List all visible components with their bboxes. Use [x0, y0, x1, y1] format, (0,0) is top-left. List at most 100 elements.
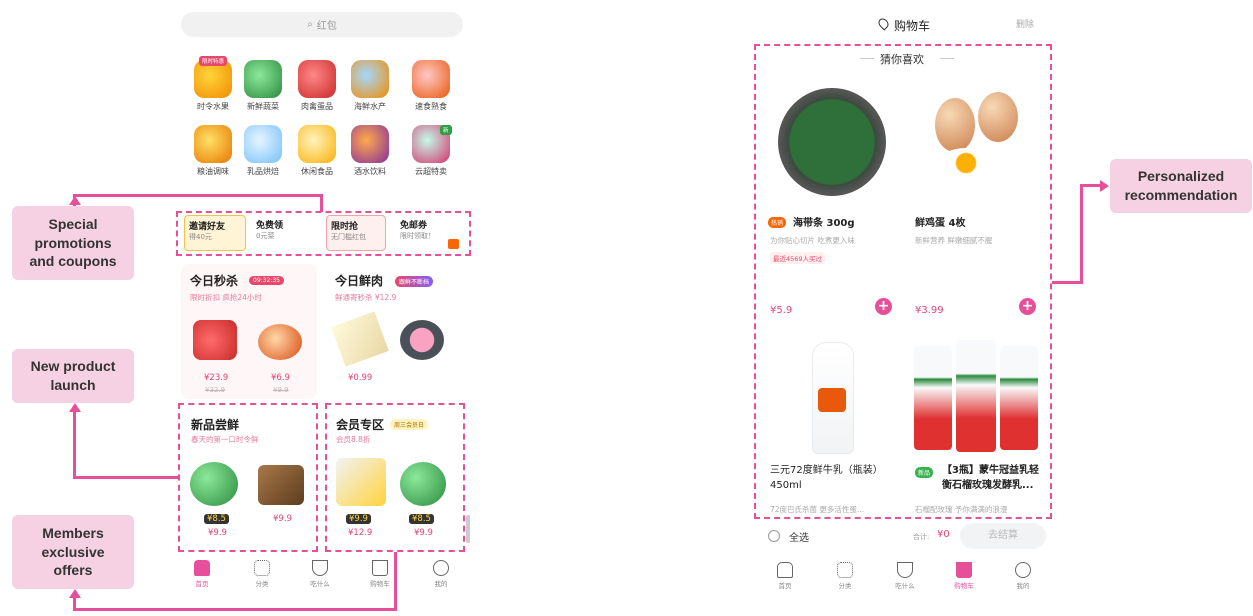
category-dairy[interactable]: 乳品烘焙: [240, 125, 286, 177]
nav-label: 首页: [195, 580, 209, 588]
checkout-button[interactable]: 去结算: [960, 523, 1046, 549]
smiley-icon: [433, 560, 449, 576]
total-label: 合计:: [913, 533, 930, 541]
nav-label: 吃什么: [310, 580, 330, 588]
nav-what-to-eat[interactable]: 吃什么: [300, 560, 340, 588]
seckill-price: ¥23.9: [204, 373, 229, 383]
category-fastfood[interactable]: 速食熟食: [408, 60, 454, 112]
bowl-icon: [897, 562, 913, 578]
seckill-sub: 限时折扣 疯抢24小时: [190, 293, 262, 302]
search-placeholder: 红包: [316, 21, 337, 32]
seckill-title: 今日秒杀: [190, 274, 239, 288]
callout-members: Members exclusive offers: [12, 515, 134, 589]
highlight-new-products: [178, 403, 318, 552]
nav-home[interactable]: 首页: [765, 562, 805, 590]
cart-icon: [372, 560, 388, 576]
drinks-image: [351, 125, 389, 163]
category-label: 粮油调味: [197, 167, 229, 176]
meat-plate-image: [400, 320, 444, 360]
callout-new-product: New product launch: [12, 349, 134, 403]
category-fruit[interactable]: 时令水果: [190, 60, 236, 112]
category-vegetables[interactable]: 新鲜蔬菜: [240, 60, 286, 112]
nav-label: 吃什么: [895, 582, 915, 590]
fresh-price: ¥0.99: [348, 373, 373, 383]
nav-label: 分类: [255, 580, 269, 588]
smiley-icon: [1015, 562, 1031, 578]
connector-promotions: [73, 194, 323, 197]
fresh-badge: 跟鲜不断档: [395, 276, 434, 287]
nav-profile[interactable]: 我的: [1003, 562, 1043, 590]
nav-category[interactable]: 分类: [825, 562, 865, 590]
nav-profile[interactable]: 我的: [421, 560, 461, 588]
connector-personalized: [1052, 281, 1082, 284]
highlight-promotions: [176, 211, 471, 256]
search-icon: ⌕: [307, 19, 313, 30]
grain-image: [194, 125, 232, 163]
category-label: 海鲜水产: [354, 102, 386, 111]
arrow-head: [69, 196, 81, 205]
seckill-orig: ¥32.9: [205, 386, 226, 394]
category-label: 休闲食品: [301, 167, 333, 176]
delete-button[interactable]: 删除: [1016, 17, 1034, 30]
nav-home[interactable]: 首页: [182, 560, 222, 588]
category-meat[interactable]: 肉禽蛋品: [294, 60, 340, 112]
arrow-head: [1100, 180, 1109, 192]
category-label: 速食熟食: [415, 102, 447, 111]
seckill-timer: 09:32:35: [249, 276, 284, 285]
nav-category[interactable]: 分类: [242, 560, 282, 588]
nav-label: 购物车: [370, 580, 390, 588]
seafood-image: [351, 60, 389, 98]
highlight-personalized: [754, 44, 1052, 519]
category-label: 时令水果: [197, 102, 229, 111]
scrollbar[interactable]: [466, 515, 470, 543]
location-icon: [876, 16, 891, 31]
grid-icon: [254, 560, 270, 576]
nav-label: 分类: [838, 582, 852, 590]
nav-what-to-eat[interactable]: 吃什么: [885, 562, 925, 590]
callout-promotions: Special promotions and coupons: [12, 206, 134, 280]
vegetable-image: [244, 60, 282, 98]
category-seafood[interactable]: 海鲜水产: [347, 60, 393, 112]
connector-promotions: [320, 194, 323, 212]
category-label: 乳品烘焙: [247, 167, 279, 176]
category-label: 酒水饮料: [354, 167, 386, 176]
home-icon: [777, 562, 793, 578]
search-bar[interactable]: ⌕ 红包: [181, 12, 463, 37]
dairy-image: [244, 125, 282, 163]
nav-cart[interactable]: 购物车: [944, 562, 984, 590]
nav-label: 我的: [1016, 582, 1030, 590]
eggs-image: [258, 324, 302, 360]
strawberry-image: [193, 320, 237, 360]
category-label: 肉禽蛋品: [301, 102, 333, 111]
category-label: 新鲜蔬菜: [247, 102, 279, 111]
category-grain-oil[interactable]: 粮油调味: [190, 125, 236, 177]
snack-image: [298, 125, 336, 163]
connector-personalized: [1080, 184, 1083, 284]
bowl-icon: [312, 560, 328, 576]
arrow-head: [69, 403, 81, 412]
connector-members: [394, 552, 397, 610]
connector-new-product: [73, 410, 76, 478]
connector-new-product: [73, 476, 180, 479]
connector-members: [73, 608, 397, 611]
grid-icon: [837, 562, 853, 578]
category-label: 云超特卖: [415, 167, 447, 176]
nav-label: 首页: [778, 582, 792, 590]
meat-image: [298, 60, 336, 98]
nav-label: 购物车: [954, 582, 974, 590]
category-new-badge: 新: [440, 125, 452, 135]
select-all-label: 全选: [789, 533, 809, 544]
category-badge: 限时特惠: [199, 56, 228, 66]
category-drinks[interactable]: 酒水饮料: [347, 125, 393, 177]
arrow-head: [69, 589, 81, 598]
fastfood-image: [412, 60, 450, 98]
category-snacks[interactable]: 休闲食品: [294, 125, 340, 177]
select-all-radio[interactable]: [768, 530, 780, 542]
total-value: ¥0: [937, 529, 950, 540]
cart-icon: [956, 562, 972, 578]
home-icon: [194, 560, 210, 576]
fresh-title: 今日鲜肉: [335, 274, 384, 288]
callout-personalized: Personalized recommendation: [1110, 159, 1252, 213]
seckill-orig: ¥9.9: [273, 386, 289, 394]
highlight-members: [325, 403, 465, 552]
